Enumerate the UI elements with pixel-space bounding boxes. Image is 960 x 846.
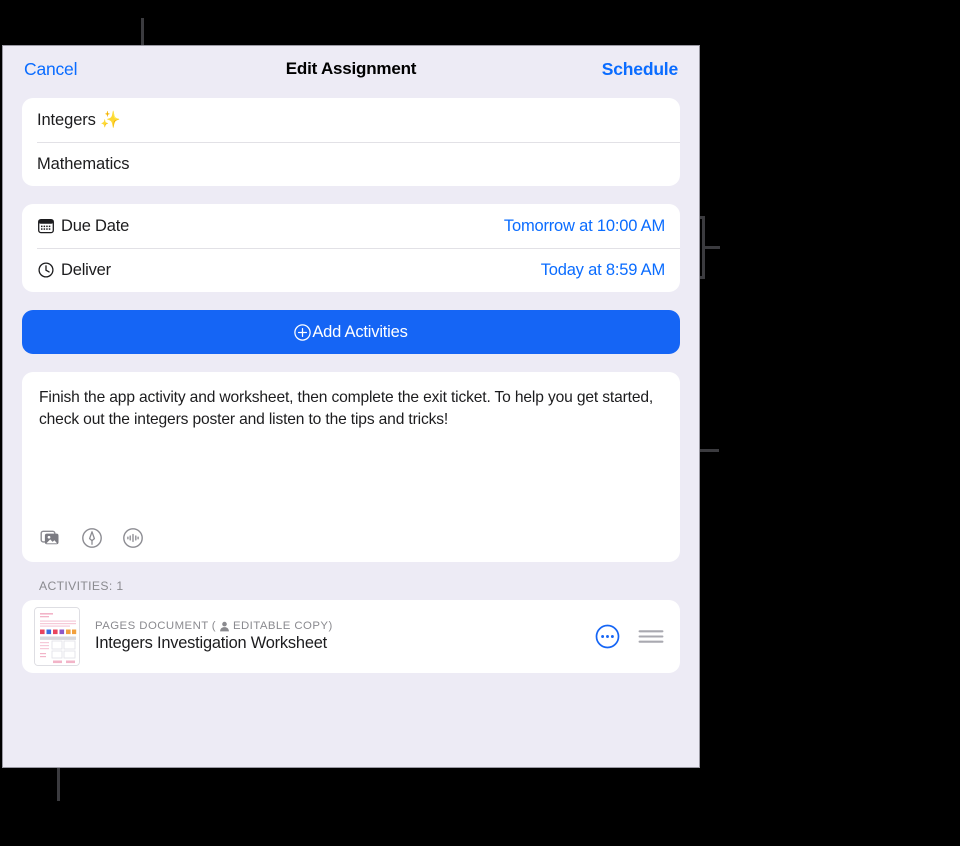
activity-kind-paren: ( — [211, 620, 216, 632]
activity-actions — [595, 624, 664, 649]
due-date-label: Due Date — [61, 216, 130, 235]
activity-list-item[interactable]: PAGES DOCUMENT ( EDITABLE COPY) Integers… — [22, 600, 680, 673]
deliver-label: Deliver — [61, 260, 111, 279]
activity-kind-label: PAGES DOCUMENT — [95, 620, 209, 632]
activity-meta: PAGES DOCUMENT ( EDITABLE COPY) Integers… — [95, 620, 333, 653]
reorder-handle-icon[interactable] — [638, 629, 664, 644]
person-icon — [219, 621, 230, 632]
assignment-subject-input[interactable]: Mathematics — [37, 155, 130, 174]
instructions-toolbar — [40, 527, 144, 549]
audio-recording-icon[interactable] — [122, 527, 144, 549]
due-date-row[interactable]: Due Date Tomorrow at 10:00 AM — [22, 204, 680, 248]
more-circle-icon[interactable] — [595, 624, 620, 649]
schedule-card: Due Date Tomorrow at 10:00 AM Deliver To… — [22, 204, 680, 292]
activities-section-label: ACTIVITIES: 1 — [39, 579, 124, 593]
document-thumbnail — [34, 607, 80, 666]
clock-icon — [37, 262, 54, 279]
photo-library-icon[interactable] — [40, 527, 62, 549]
activity-copy-label: EDITABLE COPY) — [232, 620, 333, 632]
assignment-details-card: Integers ✨ Mathematics — [22, 98, 680, 186]
assignment-title-row[interactable]: Integers ✨ — [22, 98, 680, 142]
deliver-value[interactable]: Today at 8:59 AM — [541, 261, 665, 280]
calendar-icon — [37, 218, 54, 235]
page-title: Edit Assignment — [285, 59, 417, 78]
callout-bracket-dates-stem — [702, 246, 720, 249]
schedule-button[interactable]: Schedule — [602, 59, 678, 80]
activity-kind-row: PAGES DOCUMENT ( EDITABLE COPY) — [95, 620, 333, 632]
instructions-text[interactable]: Finish the app activity and worksheet, t… — [39, 387, 663, 431]
cancel-button[interactable]: Cancel — [24, 59, 77, 80]
instructions-card[interactable]: Finish the app activity and worksheet, t… — [22, 372, 680, 562]
plus-circle-icon — [294, 323, 312, 341]
add-activities-label: Add Activities — [312, 322, 408, 341]
markup-pen-icon[interactable] — [81, 527, 103, 549]
add-activities-button[interactable]: Add Activities — [22, 310, 680, 354]
deliver-row[interactable]: Deliver Today at 8:59 AM — [22, 248, 680, 292]
modal-navbar: Cancel Edit Assignment Schedule — [3, 46, 699, 92]
assignment-subject-row[interactable]: Mathematics — [22, 142, 680, 186]
assignment-title-input[interactable]: Integers ✨ — [37, 111, 121, 130]
edit-assignment-modal: Cancel Edit Assignment Schedule Integers… — [2, 45, 700, 768]
activity-title: Integers Investigation Worksheet — [95, 634, 328, 652]
screenshot-stage: Cancel Edit Assignment Schedule Integers… — [0, 0, 960, 846]
due-date-value[interactable]: Tomorrow at 10:00 AM — [504, 217, 665, 236]
